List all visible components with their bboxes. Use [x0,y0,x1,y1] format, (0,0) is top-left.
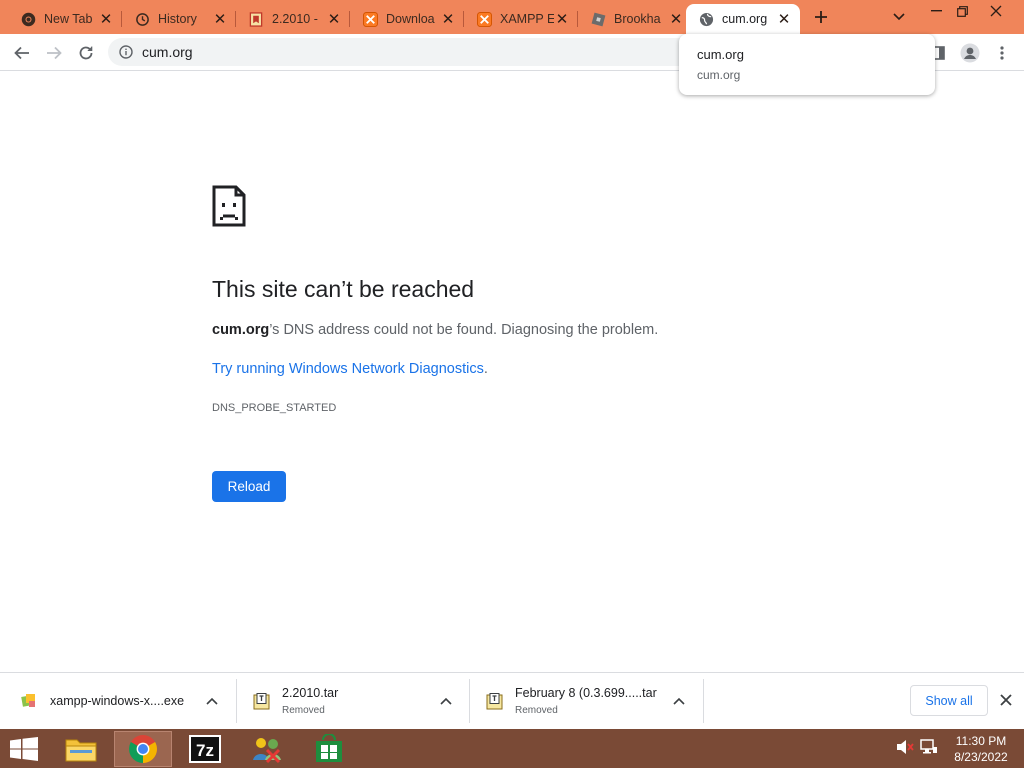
back-button[interactable] [8,39,36,67]
error-host: cum.org [212,322,270,338]
tab-download[interactable]: Downloa ✕ [342,4,464,34]
windows-start-icon[interactable] [10,737,38,761]
reload-button[interactable]: Reload [212,471,286,502]
download-filename: February 8 (0.3.699.....tar [515,686,657,700]
tab-label: History [158,12,197,26]
close-tab-icon[interactable]: ✕ [440,11,456,28]
download-item-xampp[interactable]: xampp-windows-x....exe [20,679,230,723]
show-all-downloads-button[interactable]: Show all [910,685,988,716]
site-info-icon[interactable] [118,44,134,60]
download-status: Removed [282,705,325,716]
chevron-up-icon[interactable] [671,693,687,709]
new-tab-button[interactable] [807,4,835,30]
error-description: cum.org’s DNS address could not be found… [212,322,658,338]
tab-label: 2.2010 - [272,12,318,26]
close-tab-icon[interactable]: ✕ [326,11,342,28]
download-filename: xampp-windows-x....exe [50,694,185,708]
tab-strip: New Tab ✕ History ✕ 2.2010 - ✕ Downloa ✕… [0,0,1024,34]
file-explorer-icon[interactable] [52,731,110,767]
address-bar-url: cum.org [142,44,193,60]
profile-avatar-icon[interactable] [956,39,984,67]
close-downloads-bar-icon[interactable] [997,691,1015,709]
chrome-icon [20,11,36,27]
tab-2-2010[interactable]: 2.2010 - ✕ [228,4,350,34]
download-item-february-8-tar[interactable]: February 8 (0.3.699.....tar Removed [485,679,695,723]
system-clock[interactable]: 11:30 PM 8/23/2022 [944,733,1018,765]
download-item-2-2010-tar[interactable]: 2.2010.tar Removed [252,679,462,723]
tab-label: New Tab [44,12,93,26]
hover-card-domain: cum.org [697,68,741,82]
chevron-up-icon[interactable] [204,693,220,709]
diagnostics-link-period: . [483,361,488,377]
close-window-button[interactable] [980,0,1012,22]
xampp-icon [362,11,378,27]
tab-label: Downloa [386,12,435,26]
tab-brookhaven[interactable]: Brookha ✕ [570,4,692,34]
chrome-taskbar-icon[interactable] [114,731,172,767]
error-description-text: ’s DNS address could not be found. Diagn… [269,322,659,338]
menu-kebab-icon[interactable] [988,39,1016,67]
clock-date: 8/23/2022 [954,750,1008,764]
tab-history[interactable]: History ✕ [114,4,236,34]
restore-button[interactable] [946,0,978,22]
bookmark-icon [248,11,264,27]
tab-label: Brookha [614,12,661,26]
tab-new-tab[interactable]: New Tab ✕ [0,4,122,34]
error-title: This site can’t be reached [212,276,475,302]
archive-icon [485,692,503,710]
sad-page-icon [212,185,246,227]
close-tab-icon[interactable]: ✕ [98,11,114,28]
error-code: DNS_PROBE_STARTED [212,402,337,414]
network-app-icon[interactable] [238,731,296,767]
7zip-icon[interactable]: 7z [176,731,234,767]
tab-label: cum.org [722,12,768,26]
archive-icon [252,692,270,710]
forward-button[interactable] [40,39,68,67]
download-status: Removed [515,705,558,716]
close-tab-icon[interactable]: ✕ [212,11,228,28]
download-filename: 2.2010.tar [282,686,339,700]
tab-label: XAMPP E [500,12,554,26]
tab-search-button[interactable] [885,4,913,30]
history-icon [134,11,150,27]
close-tab-icon[interactable]: ✕ [554,11,570,28]
globe-icon [698,11,714,27]
tab-xampp[interactable]: XAMPP E ✕ [456,4,578,34]
chevron-up-icon[interactable] [438,693,454,709]
xampp-icon [476,11,492,27]
volume-muted-icon[interactable] [896,738,914,756]
reload-toolbar-button[interactable] [72,39,100,67]
tab-hover-card: cum.org cum.org [679,34,935,95]
xampp-installer-icon [20,692,38,710]
windows-taskbar: 7z 11:30 PM 8/23/2022 [0,729,1024,768]
close-tab-icon[interactable]: ✕ [776,11,792,28]
tab-cum-org[interactable]: cum.org ✕ [686,4,800,34]
downloads-bar: xampp-windows-x....exe 2.2010.tar Remove… [0,672,1024,729]
network-diagnostics-link[interactable]: Try running Windows Network Diagnostics. [212,361,488,377]
hover-card-title: cum.org [697,47,744,62]
network-status-icon[interactable] [920,738,938,756]
store-icon[interactable] [300,731,358,767]
close-tab-icon[interactable]: ✕ [668,11,684,28]
generic-site-icon [590,11,606,27]
7zip-label: 7z [196,741,214,760]
diagnostics-link-text[interactable]: Try running Windows Network Diagnostics [212,361,484,377]
clock-time: 11:30 PM [955,734,1007,748]
